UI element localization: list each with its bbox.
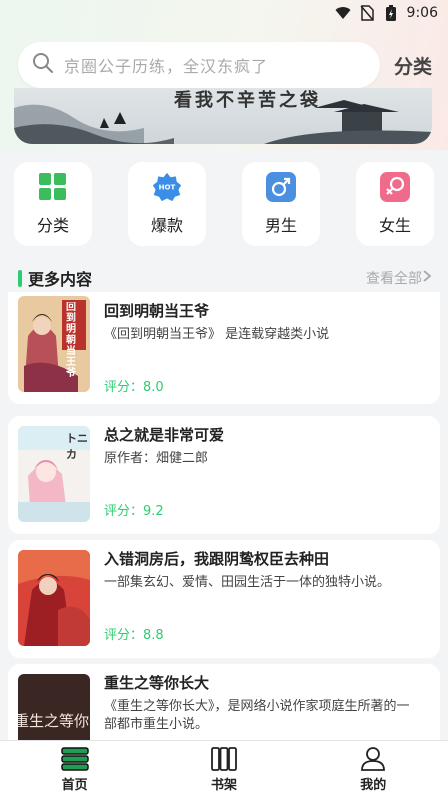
battery-icon — [383, 5, 399, 21]
banner[interactable]: 看我不辛苦之袋 — [14, 88, 432, 144]
search-placeholder: 京圈公子历练，全汉东疯了 — [64, 57, 269, 76]
book-description: 《重生之等你长大》，是网络小说作家项庭生所著的一部都市重生小说。 — [104, 699, 410, 732]
list-item[interactable]: トニカ 总之就是非常可爱 原作者：畑健二郎 评分：9.2 — [8, 416, 440, 534]
category-label: 分类 — [36, 216, 69, 235]
search-icon — [32, 52, 54, 78]
clock: 9:06 — [406, 5, 438, 21]
category-male[interactable]: 男生 — [242, 162, 320, 246]
no-sim-icon — [359, 5, 375, 21]
female-icon — [380, 172, 410, 202]
section-title-text: 更多内容 — [28, 270, 93, 289]
tab-home[interactable]: 首页 — [35, 746, 115, 793]
book-title: 总之就是非常可爱 — [104, 426, 225, 444]
hot-icon: HOT — [152, 172, 182, 202]
book-cover-title: トニカ — [66, 432, 88, 461]
chevron-right-icon — [422, 270, 432, 286]
book-cover: 回到明朝当王爷 — [18, 296, 90, 392]
tab-label: 我的 — [360, 777, 387, 793]
book-score: 评分：8.0 — [104, 380, 164, 395]
tab-label: 书架 — [210, 777, 237, 793]
banner-title: 看我不辛苦之袋 — [174, 90, 321, 111]
book-cover-title: 回到明朝当王爷 — [66, 302, 76, 378]
category-button[interactable]: 分类 — [394, 52, 432, 79]
bookshelf-icon — [210, 746, 238, 772]
book-score: 评分：8.8 — [104, 628, 164, 643]
category-label: 爆款 — [150, 216, 183, 235]
book-title: 回到明朝当王爷 — [104, 302, 210, 320]
home-books-icon — [60, 746, 89, 772]
list-item[interactable]: 入错洞房后，我跟阴鸷权臣去种田 一部集玄幻、爱情、田园生活于一体的独特小说。 评… — [8, 540, 440, 658]
search-input[interactable]: 京圈公子历练，全汉东疯了 — [18, 42, 380, 88]
book-title: 入错洞房后，我跟阴鸷权臣去种田 — [104, 550, 330, 568]
book-title: 重生之等你长大 — [104, 674, 210, 692]
tab-bookshelf[interactable]: 书架 — [184, 746, 264, 793]
category-classify[interactable]: 分类 — [14, 162, 92, 246]
book-description: 原作者：畑健二郎 — [104, 451, 209, 466]
list-item[interactable]: 回到明朝当王爷 回到明朝当王爷 《回到明朝当王爷》 是连载穿越类小说 评分：8.… — [8, 292, 440, 404]
category-hot[interactable]: HOT 爆款 — [128, 162, 206, 246]
category-female[interactable]: 女生 — [356, 162, 434, 246]
book-description: 《回到明朝当王爷》 是连载穿越类小说 — [104, 327, 330, 342]
category-row: 分类 HOT 爆款 男生 女生 — [14, 162, 434, 246]
user-icon — [359, 746, 387, 772]
svg-text:HOT: HOT — [159, 183, 176, 192]
see-all-link[interactable]: 查看全部 — [366, 268, 432, 288]
section-accent-bar — [18, 269, 22, 287]
bottom-tab-bar: 首页 书架 我的 — [0, 740, 448, 797]
book-cover-title: 重生之等你长大 — [18, 712, 90, 730]
search-row: 京圈公子历练，全汉东疯了 分类 — [18, 42, 438, 88]
see-all-label: 查看全部 — [366, 271, 422, 287]
tab-mine[interactable]: 我的 — [333, 746, 413, 793]
tab-label: 首页 — [61, 777, 88, 793]
section-header: 更多内容 查看全部 — [18, 266, 432, 290]
book-cover: トニカ — [18, 426, 90, 522]
male-icon — [266, 172, 296, 202]
status-bar: 9:06 — [0, 0, 448, 26]
category-label: 男生 — [264, 216, 297, 235]
book-description: 一部集玄幻、爱情、田园生活于一体的独特小说。 — [104, 575, 391, 590]
grid-icon — [38, 172, 68, 202]
category-label: 女生 — [378, 216, 411, 235]
book-cover — [18, 550, 90, 646]
wifi-icon — [335, 5, 351, 21]
section-title: 更多内容 — [18, 266, 92, 290]
book-score: 评分：9.2 — [104, 504, 164, 519]
